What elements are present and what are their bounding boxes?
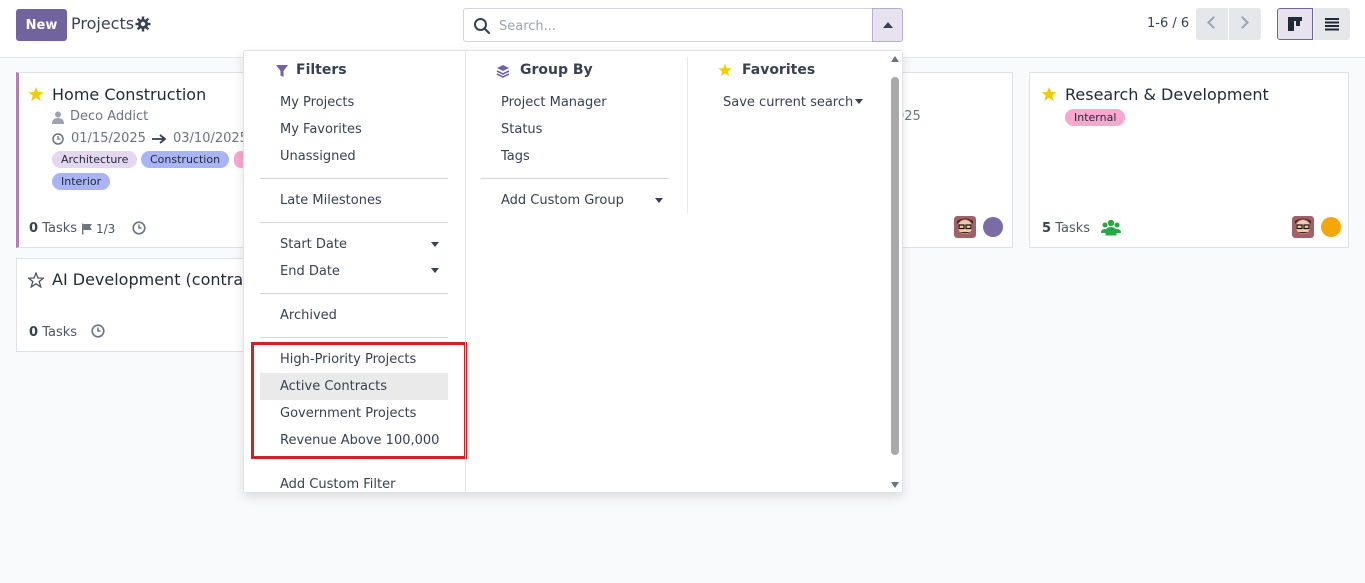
project-date-end: 03/10/2025 xyxy=(173,131,248,146)
avatar[interactable] xyxy=(954,216,976,238)
column-divider xyxy=(465,51,466,492)
filter-start-date[interactable]: Start Date xyxy=(260,231,347,258)
tasks-count[interactable]: 0 Tasks xyxy=(29,325,77,340)
star-outline-icon[interactable] xyxy=(28,272,44,288)
layers-icon xyxy=(496,65,510,78)
list-view-button[interactable] xyxy=(1314,8,1350,40)
activity-clock-icon[interactable] xyxy=(91,324,105,338)
search-input[interactable] xyxy=(499,16,859,36)
separator xyxy=(481,178,669,179)
kanban-icon xyxy=(1288,17,1302,31)
save-current-search[interactable]: Save current search xyxy=(703,89,853,116)
caret-down-icon[interactable] xyxy=(431,242,439,247)
star-filled-icon xyxy=(718,63,732,77)
gear-icon[interactable] xyxy=(135,16,151,32)
group-by-project-manager[interactable]: Project Manager xyxy=(481,89,607,116)
project-date-start: 01/15/2025 xyxy=(71,131,146,146)
chevron-left-icon xyxy=(1207,16,1220,29)
star-filled-icon[interactable] xyxy=(1041,86,1057,102)
caret-down-icon[interactable] xyxy=(431,268,439,273)
highlight-box xyxy=(251,342,467,459)
tag-construction: Construction xyxy=(141,151,230,168)
list-icon xyxy=(1325,18,1339,31)
caret-down-icon[interactable] xyxy=(855,99,863,104)
filter-my-favorites[interactable]: My Favorites xyxy=(260,116,362,143)
tag-architecture: Architecture xyxy=(52,151,138,168)
users-icon xyxy=(1101,219,1121,236)
project-title: Home Construction xyxy=(52,85,207,104)
group-by-tags[interactable]: Tags xyxy=(481,143,530,170)
separator xyxy=(260,178,448,179)
filter-icon xyxy=(276,65,288,77)
page-title: Projects xyxy=(71,14,135,33)
arrow-right-icon xyxy=(152,134,167,144)
favorites-header: Favorites xyxy=(742,62,816,78)
milestones-progress: 1/3 xyxy=(96,222,116,236)
tag-internal: Internal xyxy=(1065,109,1126,126)
scroll-down-arrow[interactable] xyxy=(891,482,899,488)
new-button[interactable]: New xyxy=(16,9,67,41)
flag-icon xyxy=(82,223,92,235)
separator xyxy=(260,337,448,338)
project-title: Research & Development xyxy=(1065,85,1269,104)
caret-down-icon[interactable] xyxy=(655,198,663,203)
avatar[interactable] xyxy=(1292,216,1314,238)
star-filled-icon[interactable] xyxy=(28,86,44,102)
filter-my-projects[interactable]: My Projects xyxy=(260,89,354,116)
tag-interior: Interior xyxy=(52,173,111,190)
separator xyxy=(260,222,448,223)
tasks-count[interactable]: 0 Tasks xyxy=(29,221,77,236)
activity-clock-icon[interactable] xyxy=(132,221,146,235)
project-card-partial[interactable]: 025 xyxy=(895,72,1013,248)
pager-previous-button[interactable] xyxy=(1196,8,1228,40)
user-icon xyxy=(52,111,64,124)
search-box xyxy=(463,8,873,42)
chevron-right-icon xyxy=(1236,16,1249,29)
tasks-count[interactable]: 5 Tasks xyxy=(1042,221,1090,236)
filter-unassigned[interactable]: Unassigned xyxy=(260,143,356,170)
search-options-toggle[interactable] xyxy=(872,8,903,42)
project-customer: Deco Addict xyxy=(70,109,149,124)
search-icon xyxy=(474,18,491,35)
clock-icon xyxy=(52,133,64,145)
search-dropdown: Filters My Projects My Favorites Unassig… xyxy=(243,50,903,493)
scrollbar-thumb[interactable] xyxy=(891,77,899,455)
filter-late-milestones[interactable]: Late Milestones xyxy=(260,187,382,214)
add-custom-filter[interactable]: Add Custom Filter xyxy=(260,471,395,492)
pager-next-button[interactable] xyxy=(1229,8,1261,40)
caret-up-icon xyxy=(883,22,893,28)
separator xyxy=(260,293,448,294)
filter-archived[interactable]: Archived xyxy=(260,302,337,329)
group-by-header: Group By xyxy=(520,62,593,78)
column-divider xyxy=(687,57,688,213)
kanban-view-button[interactable] xyxy=(1277,8,1313,40)
filters-header: Filters xyxy=(296,62,347,78)
status-dot[interactable] xyxy=(983,217,1003,237)
project-card-ai-development[interactable]: AI Development (contract 0 Tasks xyxy=(16,258,258,352)
filter-end-date[interactable]: End Date xyxy=(260,258,340,285)
status-dot[interactable] xyxy=(1321,217,1341,237)
pager-value[interactable]: 1-6 / 6 xyxy=(1147,16,1189,31)
group-by-status[interactable]: Status xyxy=(481,116,542,143)
project-title: AI Development (contract xyxy=(52,270,259,289)
scroll-up-arrow[interactable] xyxy=(891,56,899,62)
project-card-home-construction[interactable]: Home Construction Deco Addict 01/15/2025… xyxy=(16,72,248,248)
add-custom-group[interactable]: Add Custom Group xyxy=(481,187,624,214)
project-card-research-development[interactable]: Research & Development Internal 5 Tasks xyxy=(1029,72,1349,248)
